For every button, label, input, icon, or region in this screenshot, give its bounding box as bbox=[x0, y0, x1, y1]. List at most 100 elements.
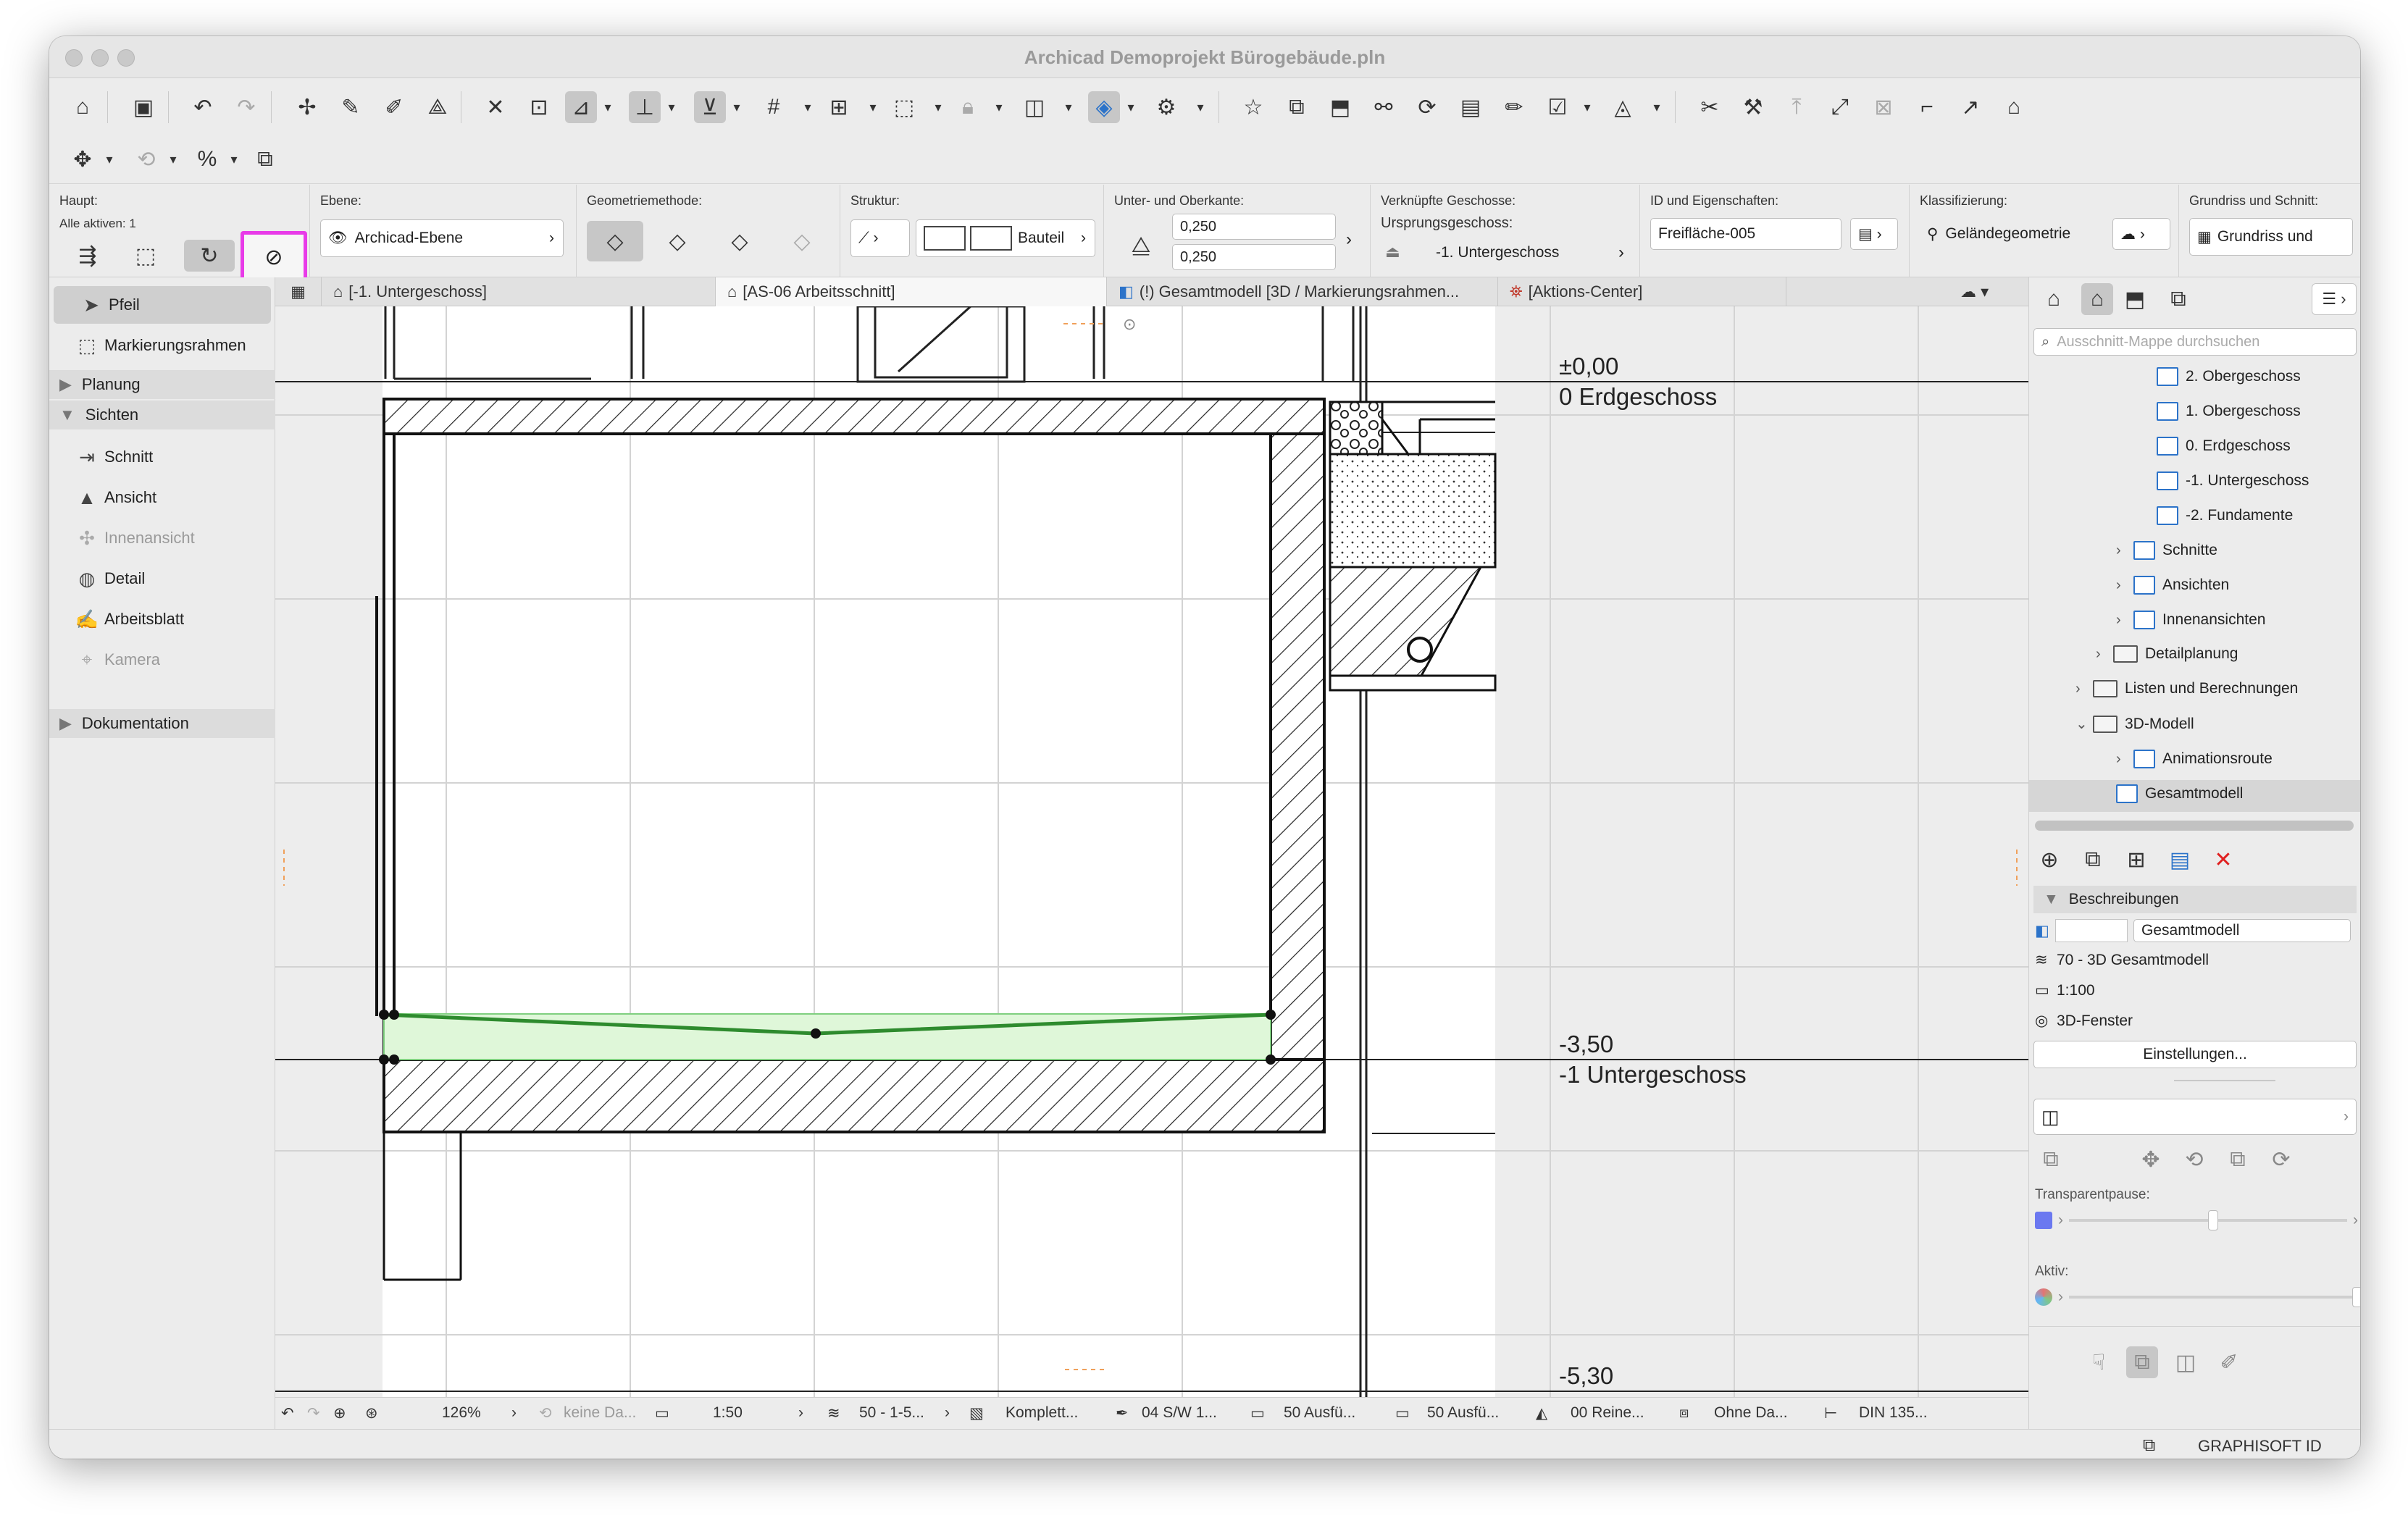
scale-value[interactable]: 1:50 bbox=[713, 1404, 743, 1422]
graphisoft-id-label[interactable]: GRAPHISOFT ID bbox=[2198, 1437, 2322, 1456]
geometry-mesh-icon[interactable]: ◇ bbox=[774, 221, 830, 261]
trace-reset-icon[interactable]: ⟳ bbox=[2265, 1144, 2297, 1175]
renovation-value[interactable]: 00 Reine... bbox=[1571, 1404, 1644, 1422]
section-canvas[interactable]: ⊙ ±0,00 0 Erdgeschoss -3,50 -1 Untergesc… bbox=[275, 306, 2028, 1397]
chevron-down-icon[interactable]: ▾ bbox=[664, 91, 680, 123]
trace-edit-icon[interactable]: ✐ bbox=[2213, 1346, 2245, 1378]
trace-split-icon[interactable]: ◫ bbox=[2170, 1346, 2202, 1378]
zoom-value[interactable]: 126% bbox=[442, 1404, 481, 1422]
menu-button[interactable]: ☰ › bbox=[2312, 283, 2357, 315]
tree-item-3d-modell[interactable]: ⌄ 3D-Modell bbox=[2075, 715, 2194, 733]
roof-icon[interactable]: ⌂ bbox=[1998, 91, 2030, 123]
chevron-right-icon[interactable]: › bbox=[1346, 230, 1352, 250]
id-field[interactable] bbox=[2055, 919, 2128, 942]
eye-icon[interactable]: ⊙ bbox=[1123, 315, 1136, 333]
geometry-double-icon[interactable]: ◇ bbox=[711, 221, 768, 261]
tree-item-fundamente[interactable]: -2. Fundamente bbox=[2157, 506, 2293, 525]
attributes-icon[interactable]: ⧉ bbox=[1281, 91, 1313, 123]
tree-item-untergeschoss[interactable]: -1. Untergeschoss bbox=[2157, 471, 2309, 490]
chevron-right-icon[interactable]: › bbox=[2096, 646, 2113, 663]
project-map-icon[interactable]: ⌂ bbox=[2038, 283, 2070, 315]
checklist-icon[interactable]: ☑ bbox=[1542, 91, 1573, 123]
structure-dropdown[interactable]: Bauteil › bbox=[916, 219, 1095, 257]
floor-plan-section-dropdown[interactable]: ▦ Grundriss und bbox=[2189, 218, 2353, 256]
trace-show-icon[interactable]: ☟ bbox=[2083, 1346, 2115, 1378]
publisher-icon[interactable]: ⧉ bbox=[2162, 283, 2194, 315]
rotate-icon[interactable]: ⟲ bbox=[130, 143, 162, 175]
chevron-down-icon[interactable]: ⌄ bbox=[2075, 715, 2093, 733]
tool-kamera[interactable]: ⌖ Kamera bbox=[49, 641, 275, 679]
override-value-2[interactable]: 50 Ausfü... bbox=[1427, 1404, 1499, 1422]
chevron-down-icon[interactable]: ▾ bbox=[1192, 91, 1208, 123]
undo-icon[interactable]: ↶ bbox=[187, 91, 219, 123]
percent-icon[interactable]: % bbox=[191, 143, 223, 175]
geometry-flat-icon[interactable]: ◇ bbox=[587, 221, 643, 261]
chevron-down-icon[interactable]: ▾ bbox=[600, 91, 616, 123]
group-dokumentation[interactable]: ▶ Dokumentation bbox=[49, 709, 275, 738]
magic-wand-icon[interactable]: ✢ bbox=[291, 91, 323, 123]
teamwork-icon[interactable]: ⟳ bbox=[1411, 91, 1443, 123]
structure-display-value[interactable]: Ohne Da... bbox=[1714, 1404, 1788, 1422]
zoom-in-icon[interactable]: ⊕ bbox=[333, 1404, 346, 1422]
chevron-right-icon[interactable]: › bbox=[945, 1404, 950, 1422]
einstellungen-button[interactable]: Einstellungen... bbox=[2033, 1041, 2357, 1068]
navigator-search-input[interactable]: ⌕ Ausschnitt-Mappe durchsuchen bbox=[2033, 328, 2357, 356]
save-icon[interactable]: ▣ bbox=[127, 91, 159, 123]
chevron-down-icon[interactable]: ▾ bbox=[800, 91, 816, 123]
hotlink-icon[interactable]: ⚯ bbox=[1368, 91, 1400, 123]
resize-icon[interactable]: ⤢ bbox=[1824, 91, 1856, 123]
chevron-down-icon[interactable]: ▾ bbox=[865, 91, 881, 123]
tool-arbeitsblatt[interactable]: ✍ Arbeitsblatt bbox=[49, 600, 275, 638]
trace-icon[interactable]: ◈ bbox=[1088, 91, 1120, 123]
duplicate-icon[interactable]: ⧉ bbox=[249, 143, 281, 175]
fit-icon[interactable]: ⊛ bbox=[365, 1404, 378, 1422]
guide-lines-icon[interactable]: ⊿ bbox=[565, 91, 597, 123]
no-data-value[interactable]: keine Da... bbox=[564, 1404, 636, 1422]
structure-type-dropdown[interactable]: ⟋ › bbox=[850, 219, 910, 257]
tool-ansicht[interactable]: ▲ Ansicht bbox=[49, 479, 275, 516]
redo-icon[interactable]: ↷ bbox=[230, 91, 262, 123]
renovation-icon[interactable]: ⚙ bbox=[1150, 91, 1182, 123]
chevron-down-icon[interactable]: ▾ bbox=[101, 143, 117, 175]
snap-icon[interactable]: ✕ bbox=[480, 91, 511, 123]
home-story-value[interactable]: -1. Untergeschoss bbox=[1436, 244, 1559, 261]
trace-overlay-icon[interactable]: ⧉ bbox=[2126, 1346, 2158, 1378]
merge-icon[interactable]: ⊠ bbox=[1868, 91, 1899, 123]
tab-overview-button[interactable]: ▦ bbox=[275, 277, 322, 306]
selection-method-icon[interactable]: ⇶ bbox=[62, 240, 113, 272]
pen-set-value[interactable]: 04 S/W 1... bbox=[1142, 1404, 1217, 1422]
tab-list-button[interactable]: ☁ ▾ bbox=[1949, 277, 2028, 306]
chevron-right-icon[interactable]: › bbox=[2116, 577, 2133, 594]
chevron-right-icon[interactable]: › bbox=[2116, 612, 2133, 629]
tree-item-0-erdgeschoss[interactable]: 0. Erdgeschoss bbox=[2157, 437, 2291, 456]
layout-book-icon[interactable]: ⬒ bbox=[2119, 283, 2151, 315]
override-value-1[interactable]: 50 Ausfü... bbox=[1284, 1404, 1355, 1422]
chevron-right-icon[interactable]: › bbox=[2075, 681, 2093, 697]
snap-guides-icon[interactable]: ⊥ bbox=[629, 91, 661, 123]
chevron-right-icon[interactable]: › bbox=[2116, 542, 2133, 559]
chevron-down-icon[interactable]: ▾ bbox=[930, 91, 946, 123]
tab-untergeschoss[interactable]: ⌂ [-1. Untergeschoss] bbox=[322, 277, 716, 306]
new-folder-icon[interactable]: ⊞ bbox=[2120, 844, 2152, 876]
move-icon[interactable]: ✥ bbox=[67, 143, 99, 175]
triangle-circle-icon[interactable]: ◬ bbox=[1607, 91, 1639, 123]
marquee-icon[interactable]: ⬚ bbox=[888, 91, 920, 123]
group-sichten[interactable]: ▼ Sichten bbox=[49, 401, 275, 429]
layer-dropdown[interactable]: 👁︎ Archicad-Ebene › bbox=[320, 219, 564, 257]
chevron-right-icon[interactable]: › bbox=[2116, 751, 2133, 768]
schedule-icon[interactable]: ▤ bbox=[1455, 91, 1487, 123]
new-view-icon[interactable]: ⊕ bbox=[2033, 844, 2065, 876]
trace-mirror-icon[interactable]: ⟲ bbox=[2178, 1144, 2210, 1175]
chevron-down-icon[interactable]: ▾ bbox=[226, 143, 242, 175]
view-map-icon[interactable]: ⌂ bbox=[2081, 283, 2113, 315]
tool-schnitt[interactable]: ⇥ Schnitt bbox=[49, 438, 275, 476]
chevron-down-icon[interactable]: ▾ bbox=[729, 91, 745, 123]
trace-rotate-icon[interactable]: ✥ bbox=[2135, 1144, 2167, 1175]
transparent-slider[interactable] bbox=[2069, 1210, 2347, 1230]
color-swatch[interactable] bbox=[2035, 1212, 2052, 1229]
corner-icon[interactable]: ⌐ bbox=[1911, 91, 1943, 123]
chevron-right-icon[interactable]: › bbox=[798, 1404, 803, 1422]
trace-reference-dropdown[interactable]: ◫ › bbox=[2033, 1099, 2357, 1135]
clone-view-icon[interactable]: ⧉ bbox=[2077, 844, 2109, 876]
classification-value[interactable]: ⚲ Geländegeometrie bbox=[1920, 218, 2101, 250]
